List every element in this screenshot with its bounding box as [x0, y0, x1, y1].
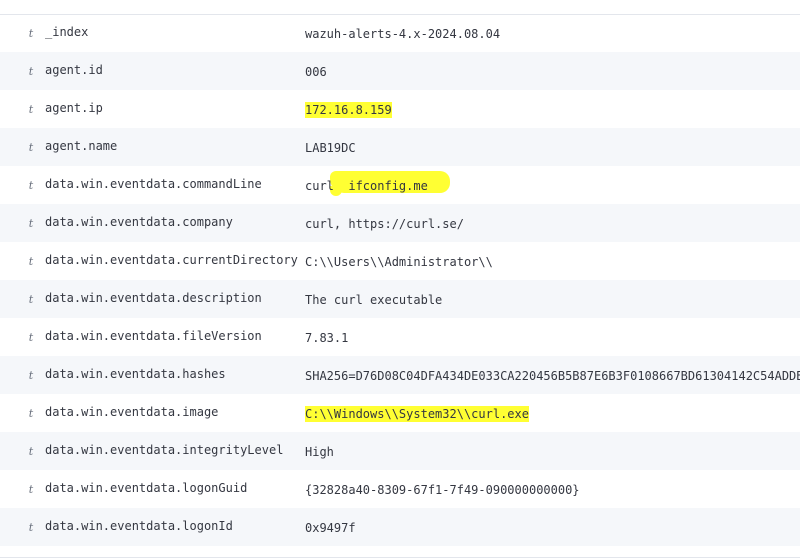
field-name-command-line[interactable]: data.win.eventdata.commandLine	[45, 177, 262, 191]
field-name-hashes[interactable]: data.win.eventdata.hashes	[45, 367, 226, 381]
table-row: t data.win.eventdata.image C:\\Windows\\…	[0, 394, 800, 432]
field-name-agent-name[interactable]: agent.name	[45, 139, 117, 153]
string-type-icon: t	[28, 141, 34, 154]
highlighted-value: 172.16.8.159	[305, 102, 392, 118]
field-value-agent-ip: 172.16.8.159	[305, 102, 392, 118]
table-row: t agent.name LAB19DC	[0, 128, 800, 166]
field-name-company[interactable]: data.win.eventdata.company	[45, 215, 233, 229]
string-type-icon: t	[28, 407, 34, 420]
table-row: t agent.id 006	[0, 52, 800, 90]
field-value-logon-id: 0x9497f	[305, 521, 356, 535]
field-value-file-version: 7.83.1	[305, 331, 349, 345]
table-row: t data.win.eventdata.description The cur…	[0, 280, 800, 318]
field-value-logon-guid: {32828a40-8309-67f1-7f49-090000000000}	[305, 483, 580, 497]
table-row: t data.win.eventdata.fileVersion 7.83.1	[0, 318, 800, 356]
table-row: t data.win.eventdata.hashes SHA256=D76D0…	[0, 356, 800, 394]
field-name-logon-guid[interactable]: data.win.eventdata.logonGuid	[45, 481, 247, 495]
table-row: t data.win.eventdata.integrityLevel High	[0, 432, 800, 470]
table-row: t data.win.eventdata.logonGuid {32828a40…	[0, 470, 800, 508]
table-row: t data.win.eventdata.currentDirectory C:…	[0, 242, 800, 280]
table-row: t data.win.eventdata.logonId 0x9497f	[0, 508, 800, 546]
table-bottom-border	[0, 557, 800, 558]
field-value-agent-name: LAB19DC	[305, 141, 356, 155]
table-row: t data.win.eventdata.company curl, https…	[0, 204, 800, 242]
string-type-icon: t	[28, 445, 34, 458]
field-value-description: The curl executable	[305, 293, 443, 307]
string-type-icon: t	[28, 103, 34, 116]
field-name-index[interactable]: _index	[45, 25, 88, 39]
command-prefix: curl	[305, 179, 334, 193]
field-value-command-line: curl ifconfig.me	[305, 179, 428, 193]
string-type-icon: t	[28, 217, 34, 230]
table-row: t data.win.eventdata.commandLine curl if…	[0, 166, 800, 204]
highlighted-value: C:\\Windows\\System32\\curl.exe	[305, 406, 529, 422]
field-value-hashes: SHA256=D76D08C04DFA434DE033CA220456B5B87…	[305, 369, 800, 383]
string-type-icon: t	[28, 27, 34, 40]
field-value-image: C:\\Windows\\System32\\curl.exe	[305, 406, 529, 422]
field-value-index: wazuh-alerts-4.x-2024.08.04	[305, 27, 501, 41]
field-name-agent-ip[interactable]: agent.ip	[45, 101, 103, 115]
field-name-description[interactable]: data.win.eventdata.description	[45, 291, 262, 305]
field-name-image[interactable]: data.win.eventdata.image	[45, 405, 218, 419]
command-argument: ifconfig.me	[348, 179, 428, 193]
table-row: t agent.ip 172.16.8.159	[0, 90, 800, 128]
string-type-icon: t	[28, 255, 34, 268]
string-type-icon: t	[28, 331, 34, 344]
string-type-icon: t	[28, 521, 34, 534]
field-name-integrity-level[interactable]: data.win.eventdata.integrityLevel	[45, 443, 283, 457]
string-type-icon: t	[28, 293, 34, 306]
field-value-current-directory: C:\\Users\\Administrator\\	[305, 255, 493, 269]
field-value-agent-id: 006	[305, 65, 327, 79]
field-name-agent-id[interactable]: agent.id	[45, 63, 103, 77]
field-name-current-directory[interactable]: data.win.eventdata.currentDirectory	[45, 253, 298, 267]
string-type-icon: t	[28, 179, 34, 192]
string-type-icon: t	[28, 369, 34, 382]
string-type-icon: t	[28, 483, 34, 496]
string-type-icon: t	[28, 65, 34, 78]
field-name-file-version[interactable]: data.win.eventdata.fileVersion	[45, 329, 262, 343]
field-name-logon-id[interactable]: data.win.eventdata.logonId	[45, 519, 233, 533]
table-row: t _index wazuh-alerts-4.x-2024.08.04	[0, 14, 800, 52]
field-value-company: curl, https://curl.se/	[305, 217, 464, 231]
field-value-integrity-level: High	[305, 445, 334, 459]
